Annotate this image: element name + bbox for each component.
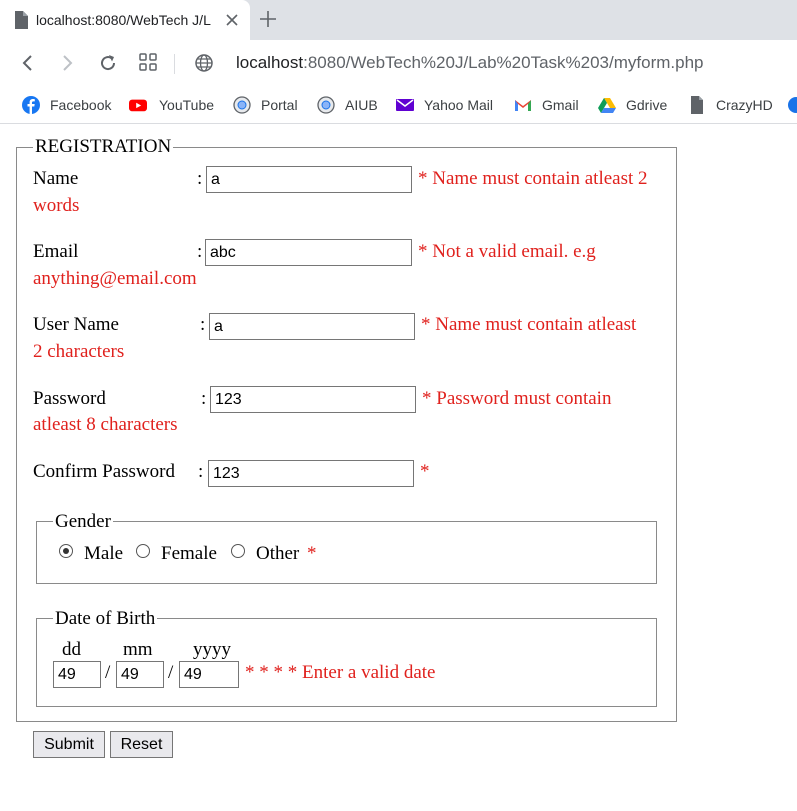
gender-male-label[interactable]: Male — [84, 543, 123, 565]
globe-icon[interactable] — [787, 96, 797, 114]
forward-arrow-icon[interactable] — [57, 53, 77, 73]
facebook-icon — [22, 96, 40, 114]
browser-tab[interactable]: localhost:8080/WebTech J/L — [0, 0, 250, 40]
username-input[interactable] — [209, 313, 415, 340]
bookmark-label: Gdrive — [626, 97, 668, 113]
name-colon: : — [197, 168, 203, 189]
password-colon: : — [201, 388, 207, 409]
bookmark-label: CrazyHD — [716, 97, 773, 113]
username-colon: : — [200, 314, 206, 335]
tab-title: localhost:8080/WebTech J/L — [36, 12, 211, 28]
dob-day-input[interactable] — [53, 661, 101, 688]
email-label: Email — [33, 241, 79, 262]
dob-yyyy-label: yyyy — [193, 639, 231, 660]
bookmark-label: Facebook — [50, 97, 112, 113]
dob-year-input[interactable] — [179, 661, 239, 688]
gender-male-radio[interactable] — [59, 544, 73, 558]
bookmark-label: YouTube — [159, 97, 215, 113]
dob-legend: Date of Birth — [53, 608, 158, 629]
tab-strip: localhost:8080/WebTech J/L — [0, 0, 797, 40]
password-error-cont: atleast 8 characters — [33, 414, 178, 435]
globe-icon[interactable] — [194, 53, 214, 73]
dob-error: * * * * Enter a valid date — [245, 662, 436, 683]
globe-icon — [233, 96, 251, 114]
confirm-password-colon: : — [198, 461, 204, 482]
gender-fieldset — [36, 521, 657, 584]
gender-other-label[interactable]: Other — [256, 543, 299, 565]
page-icon — [691, 96, 703, 114]
document-icon — [15, 11, 28, 29]
name-label: Name — [33, 168, 79, 189]
email-colon: : — [197, 241, 203, 262]
bookmark-label: Yahoo Mail — [424, 97, 494, 113]
confirm-password-input[interactable] — [208, 460, 414, 487]
bookmarks-bar: Facebook YouTube Portal AIUB Yahoo Mail — [0, 86, 797, 124]
apps-grid-icon[interactable] — [139, 53, 157, 71]
url-path: :8080/WebTech%20J/Lab%20Task%203/myform.… — [303, 53, 704, 72]
username-error: * Name must contain atleast — [421, 314, 637, 335]
gender-error: * — [307, 543, 317, 564]
gender-female-label[interactable]: Female — [161, 543, 217, 565]
submit-button[interactable]: Submit — [33, 731, 105, 758]
browser-toolbar: localhost:8080/WebTech%20J/Lab%20Task%20… — [0, 40, 797, 86]
reset-button[interactable]: Reset — [110, 731, 173, 758]
confirm-password-label: Confirm Password — [33, 461, 175, 482]
bookmark-label: Gmail — [542, 97, 579, 113]
gdrive-icon — [598, 98, 616, 113]
youtube-icon — [129, 99, 147, 112]
username-error-cont: 2 characters — [33, 341, 125, 362]
globe-icon — [317, 96, 335, 114]
close-icon[interactable] — [224, 12, 240, 28]
gmail-icon — [515, 100, 531, 111]
email-error: * Not a valid email. e.g — [418, 241, 596, 262]
confirm-password-error: * — [420, 461, 430, 482]
username-label: User Name — [33, 314, 119, 335]
bookmark-label: AIUB — [345, 97, 378, 113]
dob-dd-label: dd — [62, 639, 81, 660]
name-error-cont: words — [33, 195, 80, 216]
email-error-cont: anything@email.com — [33, 268, 197, 289]
back-arrow-icon[interactable] — [18, 53, 38, 73]
password-error: * Password must contain — [422, 388, 612, 409]
password-label: Password — [33, 388, 106, 409]
dob-separator: / — [105, 662, 111, 683]
address-bar[interactable]: localhost:8080/WebTech%20J/Lab%20Task%20… — [236, 52, 703, 74]
registration-legend: REGISTRATION — [33, 136, 174, 157]
dob-separator: / — [168, 662, 174, 683]
dob-month-input[interactable] — [116, 661, 164, 688]
new-tab-plus-icon[interactable] — [259, 10, 277, 28]
bookmark-label: Portal — [261, 97, 298, 113]
dob-mm-label: mm — [123, 639, 153, 660]
email-input[interactable] — [205, 239, 412, 266]
name-error: * Name must contain atleast 2 — [418, 168, 648, 189]
gender-female-radio[interactable] — [136, 544, 150, 558]
yahoo-mail-icon — [396, 99, 414, 111]
toolbar-divider — [174, 54, 175, 74]
gender-legend: Gender — [53, 511, 113, 532]
gender-other-radio[interactable] — [231, 544, 245, 558]
name-input[interactable] — [206, 166, 412, 193]
password-input[interactable] — [210, 386, 416, 413]
url-host: localhost — [236, 53, 304, 72]
reload-icon[interactable] — [98, 53, 118, 73]
